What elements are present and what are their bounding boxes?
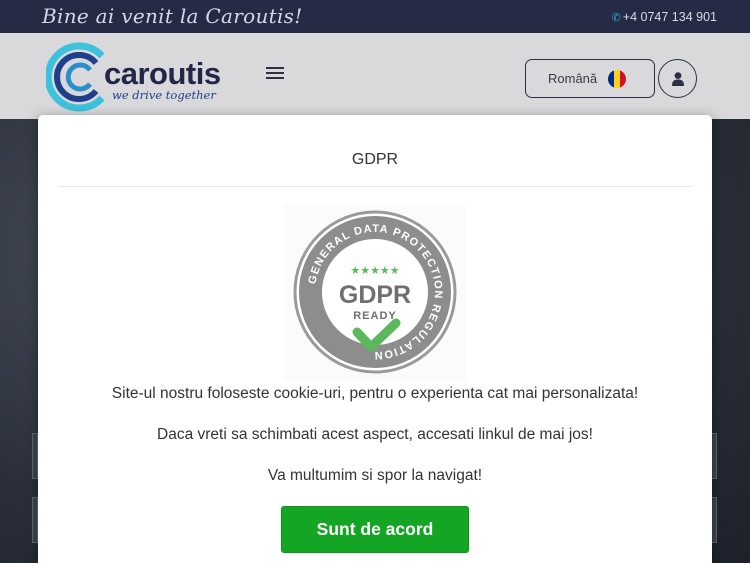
- badge-subtitle: READY: [353, 310, 397, 322]
- hamburger-icon[interactable]: [266, 67, 284, 79]
- modal-title: GDPR: [351, 151, 399, 168]
- modal-divider: [58, 186, 692, 187]
- logo-name: caroutis: [104, 56, 221, 91]
- agree-button[interactable]: Sunt de acord: [281, 506, 469, 553]
- badge-title: GDPR: [339, 281, 411, 309]
- site-header: caroutis we drive together Română: [0, 33, 750, 119]
- user-icon: [672, 72, 684, 86]
- badge-stars: ★★★★★: [350, 265, 399, 277]
- language-label: Română: [548, 71, 598, 86]
- gdpr-modal: GDPR GENERAL DATA PROTECTION REGULATION …: [38, 115, 712, 563]
- phone-contact[interactable]: ✆ +4 0747 134 901: [612, 10, 717, 24]
- user-account-button[interactable]: [658, 59, 697, 98]
- romania-flag-icon: [608, 70, 626, 88]
- cookie-message: Site-ul nostru foloseste cookie-uri, pen…: [111, 385, 639, 402]
- logo-tagline: we drive together: [112, 88, 216, 102]
- phone-icon: ✆: [611, 12, 621, 24]
- thanks-message: Va multumim si spor la navigat!: [267, 467, 483, 484]
- caroutis-logo[interactable]: caroutis we drive together: [46, 42, 231, 112]
- welcome-text: Bine ai venit la Caroutis!: [42, 4, 303, 28]
- top-bar: Bine ai venit la Caroutis! ✆ +4 0747 134 …: [0, 0, 750, 33]
- change-settings-message: Daca vreti sa schimbati acest aspect, ac…: [157, 426, 593, 443]
- phone-number[interactable]: +4 0747 134 901: [623, 10, 717, 24]
- language-selector[interactable]: Română: [525, 59, 655, 98]
- gdpr-ready-badge: GENERAL DATA PROTECTION REGULATION ★★★★★…: [284, 205, 466, 381]
- gdpr-badge-icon: GENERAL DATA PROTECTION REGULATION ★★★★★…: [293, 210, 457, 374]
